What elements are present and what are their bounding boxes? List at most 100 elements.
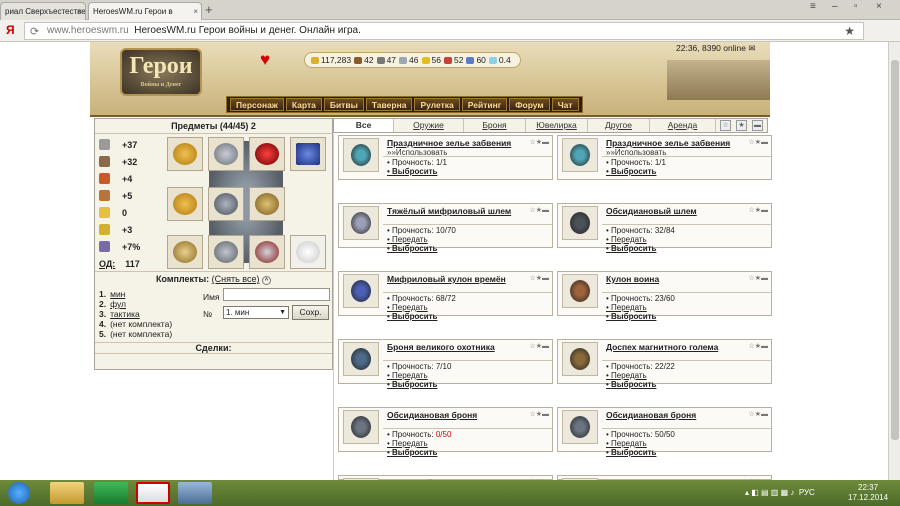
item-name-link[interactable]: Обсидиановая броня [606, 410, 746, 420]
item-name-link[interactable]: Праздничное зелье забвения [387, 138, 527, 148]
nav-button[interactable]: Форум [509, 98, 550, 111]
item-action-icons[interactable]: ☆★▬ [748, 206, 768, 214]
transfer-link[interactable]: • Передать [387, 235, 428, 244]
game-logo[interactable]: Герои Войны и Денег [120, 48, 202, 96]
item-image[interactable] [562, 410, 598, 444]
item-action-icons[interactable]: ☆★▬ [529, 274, 549, 282]
slot-book[interactable] [290, 137, 326, 171]
transfer-link[interactable]: • Передать [387, 439, 428, 448]
slot-armor[interactable] [208, 187, 244, 221]
item-action-icons[interactable]: ☆★▬ [748, 342, 768, 350]
refresh-icon[interactable]: ⟳ [30, 24, 39, 40]
item-name-link[interactable]: Броня великого охотника [387, 342, 527, 352]
item-image[interactable] [562, 342, 598, 376]
item-image[interactable] [562, 138, 598, 172]
category-tab[interactable]: Ювелирка [526, 119, 588, 132]
kit-name[interactable]: мин [110, 289, 125, 299]
discard-link[interactable]: • Выбросить [387, 448, 437, 457]
item-name-link[interactable]: Обсидиановая броня [387, 410, 527, 420]
item-name-link[interactable]: Обсидиановый шлем [606, 206, 746, 216]
discard-link[interactable]: • Выбросить [387, 167, 437, 176]
nav-button[interactable]: Рулетка [414, 98, 460, 111]
kit-row[interactable]: 1. мин [99, 289, 125, 299]
transfer-link[interactable]: • Передать [606, 439, 647, 448]
item-image[interactable] [562, 274, 598, 308]
discard-link[interactable]: • Выбросить [606, 167, 656, 176]
slot-sword[interactable] [167, 235, 203, 269]
category-tab[interactable]: Все [334, 119, 394, 132]
browser-tab[interactable]: риал Сверхъестестве × [0, 2, 86, 20]
discard-link[interactable]: • Выбросить [387, 312, 437, 321]
item-action-icons[interactable]: ☆★▬ [529, 138, 549, 146]
transfer-link[interactable]: • Передать [606, 235, 647, 244]
item-name-link[interactable]: Кулон воина [606, 274, 746, 284]
item-image[interactable] [343, 274, 379, 308]
item-action-icons[interactable]: ☆★▬ [748, 410, 768, 418]
nav-button[interactable]: Карта [285, 98, 322, 111]
item-name-link[interactable]: Мифриловый кулон времён [387, 274, 527, 284]
store-icon[interactable] [94, 482, 128, 504]
item-name-link[interactable]: Тяжёлый мифриловый шлем [387, 206, 527, 216]
discard-link[interactable]: • Выбросить [387, 244, 437, 253]
discard-link[interactable]: • Выбросить [606, 448, 656, 457]
yandex-logo-icon[interactable]: Я [6, 23, 15, 37]
ie-icon[interactable] [8, 482, 30, 504]
transfer-link[interactable]: • Передать [387, 303, 428, 312]
maximize-icon[interactable]: ▫ [854, 0, 858, 14]
page-scrollbar[interactable] [888, 42, 900, 480]
discard-link[interactable]: • Выбросить [606, 312, 656, 321]
browser-tab-active[interactable]: HeroesWM.ru Герои в × [88, 2, 202, 20]
heart-icon[interactable]: ♥ [260, 50, 270, 70]
discard-link[interactable]: • Выбросить [387, 380, 437, 389]
collapse-icon[interactable]: ^ [262, 276, 272, 285]
slot-amulet[interactable] [249, 137, 285, 171]
item-action-icons[interactable]: ☆★▬ [529, 410, 549, 418]
item-image[interactable] [343, 206, 379, 240]
item-action-icons[interactable]: ☆★▬ [748, 274, 768, 282]
slot-ring-2[interactable] [167, 187, 203, 221]
remove-all-link[interactable]: (Снять все) [212, 274, 260, 284]
url-input[interactable]: ⟳ www.heroeswm.ru HeroesWM.ru Герои войн… [24, 22, 864, 40]
menu-icon[interactable]: ≡ [810, 0, 816, 14]
item-name-link[interactable]: Праздничное зелье забвения [606, 138, 746, 148]
slot-helmet[interactable] [208, 137, 244, 171]
minimize-icon[interactable]: – [832, 0, 838, 14]
item-action-icons[interactable]: ☆★▬ [529, 342, 549, 350]
yandex-browser-icon[interactable] [136, 482, 170, 504]
mail-icon[interactable]: ✉ [748, 43, 755, 53]
discard-link[interactable]: • Выбросить [606, 244, 656, 253]
language-indicator[interactable]: РУС [799, 488, 815, 497]
transfer-link[interactable]: • Передать [387, 371, 428, 380]
item-action-icons[interactable]: ☆★▬ [529, 206, 549, 214]
star-filled-icon[interactable]: ★ [736, 120, 747, 131]
category-tab[interactable]: Другое [588, 119, 650, 132]
nav-button[interactable]: Битвы [323, 98, 364, 111]
item-image[interactable] [343, 138, 379, 172]
item-action-icons[interactable]: ☆★▬ [748, 138, 768, 146]
close-icon[interactable]: × [77, 3, 82, 20]
nav-button[interactable]: Персонаж [230, 98, 284, 111]
nav-button[interactable]: Чат [551, 98, 579, 111]
save-kit-button[interactable]: Сохр. [292, 305, 329, 320]
star-outline-icon[interactable]: ☆ [720, 120, 731, 131]
close-icon[interactable]: × [193, 3, 198, 20]
kit-row[interactable]: 2. фул [99, 299, 126, 309]
app-icon[interactable] [178, 482, 212, 504]
chest-icon[interactable]: ▬ [752, 120, 763, 131]
kit-name-input[interactable] [223, 288, 330, 301]
clock[interactable]: 22:37 17.12.2014 [848, 483, 888, 503]
kit-row[interactable]: 3. тактика [99, 309, 140, 319]
item-image[interactable] [343, 410, 379, 444]
slot-ring-1[interactable] [167, 137, 203, 171]
nav-button[interactable]: Рейтинг [461, 98, 508, 111]
item-image[interactable] [343, 342, 379, 376]
explorer-icon[interactable] [50, 482, 84, 504]
category-tab[interactable]: Оружие [394, 119, 464, 132]
scrollbar-thumb[interactable] [891, 60, 899, 440]
slot-shield[interactable] [249, 235, 285, 269]
nav-button[interactable]: Таверна [365, 98, 413, 111]
kit-name[interactable]: тактика [110, 309, 140, 319]
slot-mount[interactable] [290, 235, 326, 269]
category-tab[interactable]: Броня [464, 119, 526, 132]
category-tab[interactable]: Аренда [650, 119, 716, 132]
